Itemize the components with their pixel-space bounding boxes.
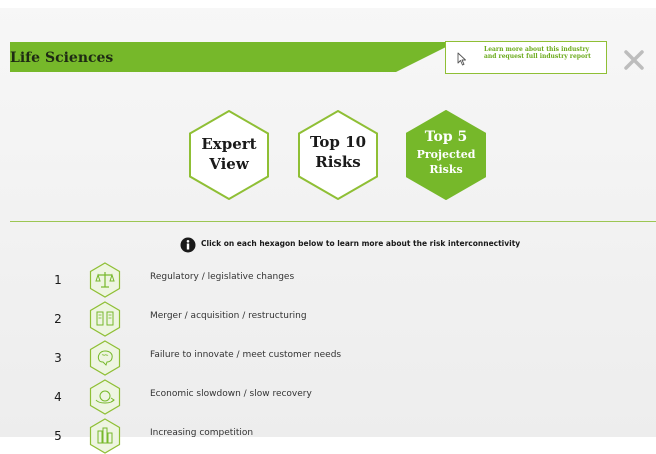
info-text: Click on each hexagon below to learn mor…	[201, 239, 521, 248]
risk-number: 5	[54, 429, 62, 443]
learn-more-text: Learn more about this industry and reque…	[484, 46, 591, 60]
learn-more-button[interactable]: Learn more about this industry and reque…	[445, 41, 607, 74]
tab-top-5-line3: Risks	[429, 163, 463, 176]
risk-number: 2	[54, 312, 62, 326]
tab-top-10-risks[interactable]: Top 10 Risks	[297, 110, 379, 200]
risk-label: Failure to innovate / meet customer need…	[150, 350, 342, 360]
info-icon	[180, 237, 196, 253]
close-icon[interactable]	[624, 50, 644, 70]
cursor-icon	[457, 52, 466, 66]
page-title: Life Sciences	[10, 50, 114, 66]
section-divider	[10, 221, 656, 222]
risk-number: 3	[54, 351, 62, 365]
risk-label: Economic slowdown / slow recovery	[150, 389, 312, 399]
competition-icon	[89, 418, 121, 454]
risk-item-1[interactable]: 1 Regulatory / legislative changes	[0, 262, 656, 298]
risk-item-3[interactable]: 3 Failure to innovate / meet customer ne…	[0, 340, 656, 376]
risk-label: Regulatory / legislative changes	[150, 272, 295, 282]
tab-top-5-line1: Top 5	[424, 129, 468, 145]
top-strip	[0, 0, 656, 8]
risk-number: 4	[54, 390, 62, 404]
risk-item-5[interactable]: 5 Increasing competition	[0, 418, 656, 454]
tab-expert-view-line1: Expert	[201, 135, 257, 153]
tab-top-10-line1: Top 10	[309, 133, 367, 151]
scales-icon	[89, 262, 121, 298]
economy-icon	[89, 379, 121, 415]
risk-number: 1	[54, 273, 62, 287]
tab-expert-view[interactable]: Expert View	[188, 110, 270, 200]
risk-label: Merger / acquisition / restructuring	[150, 311, 307, 321]
risk-item-2[interactable]: 2 Merger / acquisition / restructuring	[0, 301, 656, 337]
risk-item-4[interactable]: 4 Economic slowdown / slow recovery	[0, 379, 656, 415]
tab-top-10-line2: Risks	[315, 153, 361, 171]
brain-icon	[89, 340, 121, 376]
tab-top-5-projected-risks[interactable]: Top 5 Projected Risks	[405, 110, 487, 200]
tab-expert-view-line2: View	[209, 155, 249, 173]
tab-top-5-line2: Projected	[416, 148, 476, 161]
merger-icon	[89, 301, 121, 337]
